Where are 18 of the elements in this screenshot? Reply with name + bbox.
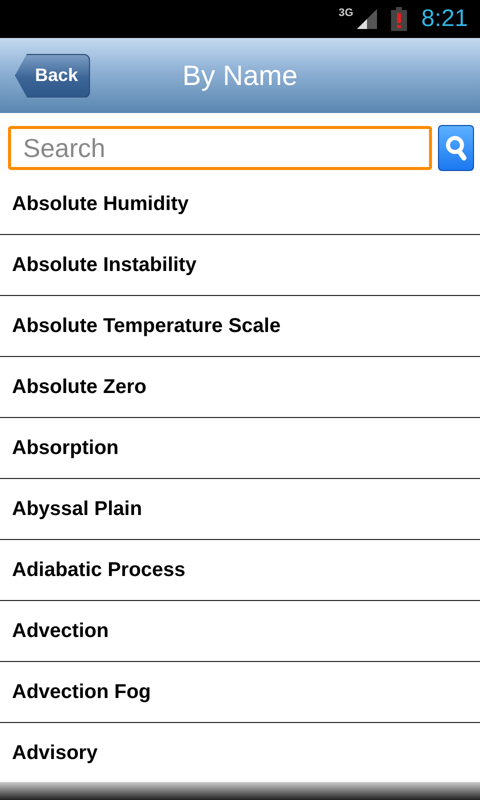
clock: 8:21 — [421, 5, 468, 33]
search-field[interactable]: Search — [8, 126, 432, 170]
search-icon — [445, 135, 467, 161]
network-label: 3G — [338, 7, 354, 19]
list-item[interactable]: Advection Fog — [0, 662, 480, 723]
list-item[interactable]: Absolute Temperature Scale — [0, 296, 480, 357]
list-item[interactable]: Absorption — [0, 418, 480, 479]
battery-low-icon — [391, 7, 408, 31]
list-item[interactable]: Absolute Instability — [0, 235, 480, 296]
search-button[interactable] — [438, 125, 474, 171]
page-title: By Name — [182, 60, 298, 92]
back-button[interactable]: Back — [15, 54, 90, 98]
list-item[interactable]: Absolute Zero — [0, 357, 480, 418]
list-item[interactable]: Advection — [0, 601, 480, 662]
signal-icon — [357, 9, 378, 29]
list-item[interactable]: Absolute Humidity — [0, 174, 480, 235]
list-item[interactable]: Abyssal Plain — [0, 479, 480, 540]
list-item[interactable]: Adiabatic Process — [0, 540, 480, 601]
